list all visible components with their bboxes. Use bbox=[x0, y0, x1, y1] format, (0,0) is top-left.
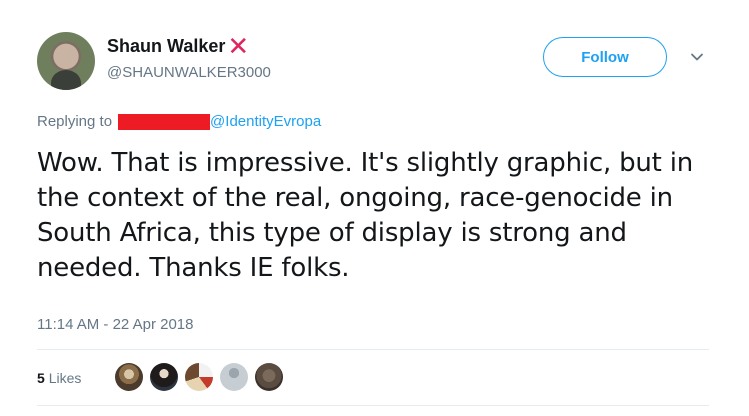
likes-count[interactable]: 5 Likes bbox=[37, 370, 81, 386]
liker-avatar[interactable] bbox=[185, 363, 213, 391]
replying-to-line: Replying to @IdentityEvropa bbox=[37, 113, 321, 130]
tweet-timestamp[interactable]: 11:14 AM - 22 Apr 2018 bbox=[37, 316, 194, 333]
author-display-name[interactable]: Shaun Walker bbox=[107, 36, 225, 57]
red-x-icon: ✕ bbox=[227, 31, 250, 62]
liker-avatar[interactable] bbox=[150, 363, 178, 391]
likes-label: Likes bbox=[48, 370, 82, 386]
tweet-text: Wow. That is impressive. It's slightly g… bbox=[37, 148, 694, 283]
liker-avatar[interactable] bbox=[115, 363, 143, 391]
divider-top bbox=[37, 349, 709, 350]
reply-mention-link[interactable]: @IdentityEvropa bbox=[210, 113, 321, 130]
liker-avatar[interactable] bbox=[255, 363, 283, 391]
author-avatar[interactable] bbox=[37, 32, 95, 90]
author-name-row[interactable]: Shaun Walker ✕ bbox=[107, 31, 250, 62]
redacted-mention bbox=[118, 113, 211, 130]
likes-number: 5 bbox=[37, 370, 45, 386]
chevron-down-icon[interactable] bbox=[690, 50, 704, 64]
replying-to-label: Replying to bbox=[37, 113, 113, 130]
liker-avatar[interactable] bbox=[220, 363, 248, 391]
divider-bottom bbox=[37, 405, 709, 406]
likers-avatars bbox=[115, 363, 290, 391]
follow-button[interactable]: Follow bbox=[543, 37, 667, 77]
author-handle[interactable]: @SHAUNWALKER3000 bbox=[107, 64, 271, 81]
